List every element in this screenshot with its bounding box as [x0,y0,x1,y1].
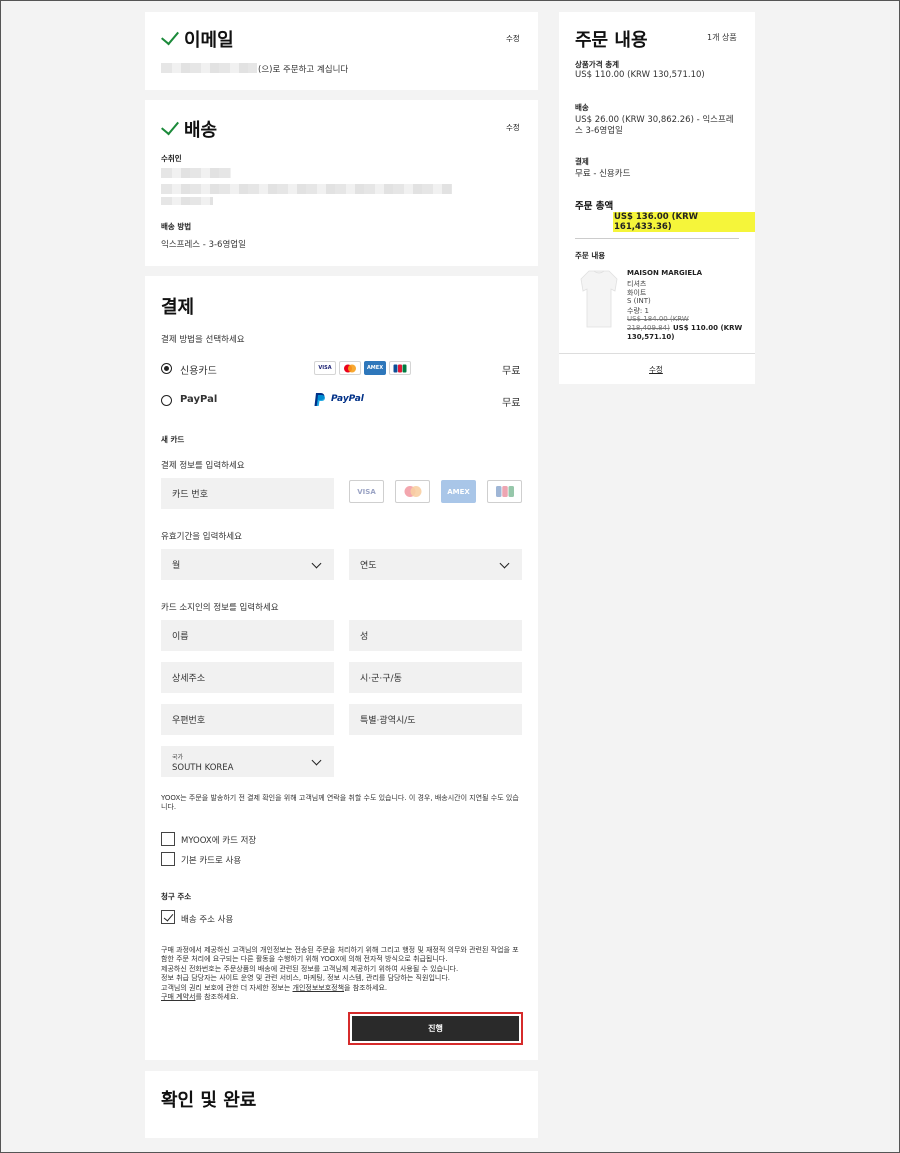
summary-divider [559,353,755,354]
paypal-price: 무료 [502,398,521,409]
product-new-price: 130,571.10) [627,333,675,341]
expiry-year-select[interactable]: 연도 [349,549,522,580]
subtotal-label: 상품가격 총계 [575,60,620,69]
proceed-button-highlight: 진행 [348,1012,523,1045]
expiry-year-value: 연도 [360,561,377,571]
confirm-panel: 확인 및 완료 [145,1071,538,1138]
product-old-price: US$ 184.00 (KRW [627,315,689,323]
recipient-phone-blurred [161,197,213,205]
summary-shipping-value: 스 3-6영업일 [575,126,623,136]
product-size: S (INT) [627,297,651,305]
legal-text: 구매 과정에서 제공하신 고객님의 개인정보는 전송된 주문을 처리하기 위해 … [161,946,523,1002]
default-card-label[interactable]: 기본 카드로 사용 [181,854,241,866]
select-method-text: 결제 방법을 선택하세요 [161,335,245,345]
legal-paragraph: 을 참조하세요. [344,983,388,992]
jcb-icon [487,480,522,503]
province-input[interactable]: 특별·광역시/도 [349,704,522,735]
zip-input[interactable]: 우편번호 [161,704,334,735]
expiry-month-select[interactable]: 월 [161,549,334,580]
email-edit-link[interactable]: 수정 [506,33,520,44]
chevron-down-icon [499,558,510,569]
enter-expiry-text: 유효기간을 입력하세요 [161,532,242,542]
email-panel: 이메일 수정 (으)로 주문하고 계십니다 [145,12,538,90]
last-name-input[interactable]: 성 [349,620,522,651]
summary-payment-label: 결제 [575,157,589,166]
paypal-label[interactable]: PayPal [180,394,217,405]
total-value: US$ 136.00 (KRW 161,433.36) [613,212,755,232]
summary-title: 주문 내용 [575,30,648,51]
enter-card-info-text: 결제 정보를 입력하세요 [161,461,245,471]
shipping-method-label: 배송 방법 [161,222,192,231]
items-label: 주문 내용 [575,251,606,260]
shipping-title: 배송 [184,120,218,141]
legal-paragraph: 구매 과정에서 제공하신 고객님의 개인정보는 전송된 주문을 처리하기 위해 … [161,946,519,964]
email-title: 이메일 [184,30,234,51]
visa-icon: VISA [349,480,384,503]
chevron-down-icon [311,558,322,569]
legal-paragraph: 를 참조하세요. [195,993,239,1002]
credit-card-label[interactable]: 신용카드 [180,362,217,377]
paypal-logo-icon [314,392,326,407]
save-card-checkbox[interactable] [161,832,175,846]
paypal-radio[interactable] [161,395,172,406]
product-old-price: 218,409.84) [627,324,670,332]
enter-holder-info-text: 카드 소지인의 정보를 입력하세요 [161,603,279,613]
recipient-address-blurred [161,184,452,194]
billing-address-label: 청구 주소 [161,892,192,901]
payment-title: 결제 [161,297,195,318]
save-card-label[interactable]: MYOOX에 카드 저장 [181,834,256,846]
country-label: 국가 [172,754,184,761]
email-value-blurred [161,63,257,73]
legal-paragraph: 고객님의 권리 보호에 관한 더 자세한 정보는 [161,983,293,992]
check-icon [161,116,179,136]
recipient-label: 수취인 [161,154,182,163]
confirm-title: 확인 및 완료 [161,1090,257,1111]
card-number-input[interactable]: 카드 번호 [161,478,334,509]
mastercard-icon [339,361,361,375]
shipping-method-value: 익스프레스 - 3-6영업일 [161,240,246,250]
subtotal-value: US$ 110.00 (KRW 130,571.10) [575,70,705,80]
total-label: 주문 총액 [575,201,614,212]
visa-icon: VISA [314,361,336,375]
country-select[interactable]: 국가 SOUTH KOREA [161,746,334,777]
city-input[interactable]: 시·군·구/동 [349,662,522,693]
ordering-as-text: (으)로 주문하고 계십니다 [258,65,349,75]
credit-card-radio[interactable] [161,363,172,374]
shipping-edit-link[interactable]: 수정 [506,122,520,133]
shipping-panel: 배송 수정 수취인 배송 방법 익스프레스 - 3-6영업일 [145,100,538,266]
summary-shipping-label: 배송 [575,103,589,112]
summary-edit-link[interactable]: 수정 [649,364,663,375]
summary-divider [575,238,739,239]
privacy-policy-link[interactable]: 개인정보보호정책 [293,984,345,992]
use-shipping-address-label[interactable]: 배송 주소 사용 [181,913,233,925]
summary-payment-value: 무료 - 신용카드 [575,169,631,179]
amex-icon: AMEX [364,361,386,375]
paypal-logo-text: PayPal [331,394,364,404]
order-summary-panel: 주문 내용 1개 상품 상품가격 총계 US$ 110.00 (KRW 130,… [559,12,755,384]
product-brand: MAISON MARGIELA [627,269,703,277]
payment-notice: YOOX는 주문을 발송하기 전 결제 확인을 위해 고객님께 연락을 취할 수… [161,794,519,811]
use-shipping-address-checkbox[interactable] [161,910,175,924]
first-name-input[interactable]: 이름 [161,620,334,651]
credit-card-price: 무료 [502,366,521,377]
jcb-icon [389,361,411,375]
proceed-button[interactable]: 진행 [352,1016,519,1041]
item-count: 1개 상품 [707,33,737,42]
purchase-agreement-link[interactable]: 구매 계약서 [161,993,195,1001]
amex-icon: AMEX [441,480,476,503]
product-new-price: US$ 110.00 (KRW [673,324,743,332]
address-detail-input[interactable]: 상세주소 [161,662,334,693]
legal-paragraph: 정보 취급 담당자는 사이트 운영 및 관련 서비스, 마케팅, 정보 시스템,… [161,974,450,983]
expiry-month-value: 월 [172,561,181,571]
new-card-label: 새 카드 [161,435,185,444]
country-value: SOUTH KOREA [172,763,234,773]
product-image [579,269,619,329]
recipient-name-blurred [161,168,231,178]
legal-paragraph: 제공하신 전화번호는 주문상품의 배송에 관련된 정보를 고객님께 제공하기 위… [161,964,459,973]
default-card-checkbox[interactable] [161,852,175,866]
check-icon [161,26,179,46]
mastercard-icon [395,480,430,503]
